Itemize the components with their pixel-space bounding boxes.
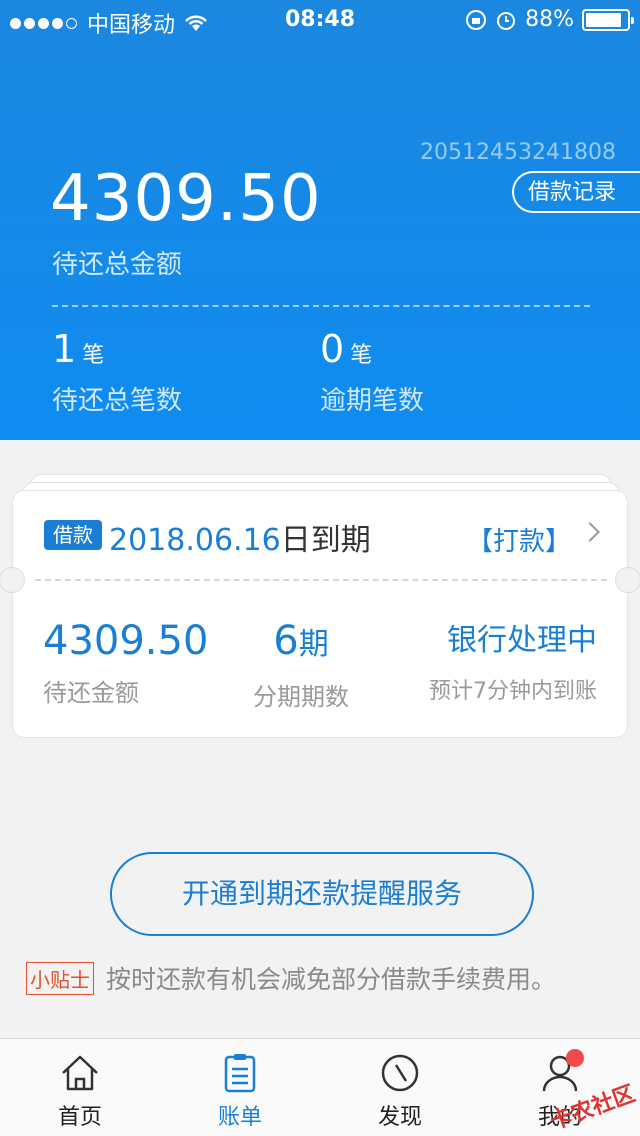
- tab-home-label: 首页: [57, 1105, 102, 1130]
- bank-status: 银行处理中: [447, 623, 597, 658]
- card-notch-left: [0, 567, 25, 593]
- pending-label: 待还总笔数: [52, 386, 183, 416]
- payout-status-link[interactable]: 【打款】: [467, 521, 571, 558]
- enable-reminder-button[interactable]: 开通到期还款提醒服务: [110, 852, 534, 936]
- overdue-unit: 笔: [350, 343, 373, 368]
- status-bar: 中国移动 08:48 88%: [0, 0, 640, 40]
- bill-icon: [224, 1054, 256, 1093]
- loan-amount: 4309.50: [43, 618, 209, 664]
- installments-label: 分期期数: [253, 683, 349, 711]
- amount-cell: 4309.50 待还金额: [43, 617, 208, 708]
- battery-icon: [582, 8, 634, 31]
- tip-text: 按时还款有机会减免部分借款手续费用。: [106, 965, 557, 994]
- total-amount-label: 待还总金额: [52, 250, 183, 280]
- pending-count-stat: 1笔 待还总笔数: [52, 326, 182, 417]
- divider: [52, 305, 590, 307]
- compass-icon: [381, 1054, 419, 1092]
- due-date-text: 2018.06.16日到期: [109, 515, 371, 559]
- rotation-lock-icon: [466, 9, 487, 30]
- overdue-count: 0: [320, 327, 345, 371]
- loan-records-button[interactable]: 借款记录: [512, 171, 640, 213]
- overdue-label: 逾期笔数: [320, 386, 425, 416]
- due-date: 2018.06.16: [109, 523, 281, 558]
- card-notch-right: [615, 567, 640, 593]
- pending-count: 1: [52, 327, 77, 371]
- tab-bill[interactable]: 账单: [160, 1039, 320, 1136]
- card-divider: [35, 579, 607, 581]
- home-icon: [62, 1055, 98, 1091]
- summary-header: 中国移动 08:48 88% 20512453241808 借款记录 4309.…: [0, 0, 640, 440]
- installments-unit: 期: [298, 627, 329, 662]
- tab-discover-label: 发现: [377, 1105, 422, 1130]
- bank-status-cell: 银行处理中 预计7分钟内到账: [429, 617, 597, 705]
- total-amount: 4309.50: [50, 162, 322, 236]
- tab-home[interactable]: 首页: [0, 1039, 160, 1136]
- loan-amount-label: 待还金额: [43, 679, 139, 707]
- notification-badge: [566, 1049, 584, 1067]
- tip: 小贴士 按时还款有机会减免部分借款手续费用。: [26, 960, 556, 996]
- due-suffix: 日到期: [280, 523, 371, 558]
- battery-percent: 88%: [525, 7, 574, 32]
- tip-badge: 小贴士: [26, 961, 94, 995]
- overdue-count-stat: 0笔 逾期笔数: [320, 326, 424, 417]
- tab-discover[interactable]: 发现: [320, 1039, 480, 1136]
- loan-tag: 借款: [44, 520, 102, 550]
- loan-card-header[interactable]: 借款 2018.06.16日到期 【打款】: [13, 491, 627, 581]
- loan-card[interactable]: 借款 2018.06.16日到期 【打款】 4309.50 待还金额 6期 分期…: [0, 490, 640, 738]
- loan-id: 20512453241808: [420, 140, 616, 165]
- tab-bill-label: 账单: [217, 1105, 262, 1130]
- tab-bar: 首页 账单 发现 我的: [0, 1038, 640, 1136]
- installments-cell: 6期 分期期数: [251, 617, 351, 712]
- bank-eta: 预计7分钟内到账: [429, 679, 597, 704]
- pending-unit: 笔: [82, 343, 105, 368]
- chevron-right-icon[interactable]: [580, 522, 600, 542]
- alarm-icon: [497, 11, 516, 30]
- installments: 6: [273, 618, 299, 664]
